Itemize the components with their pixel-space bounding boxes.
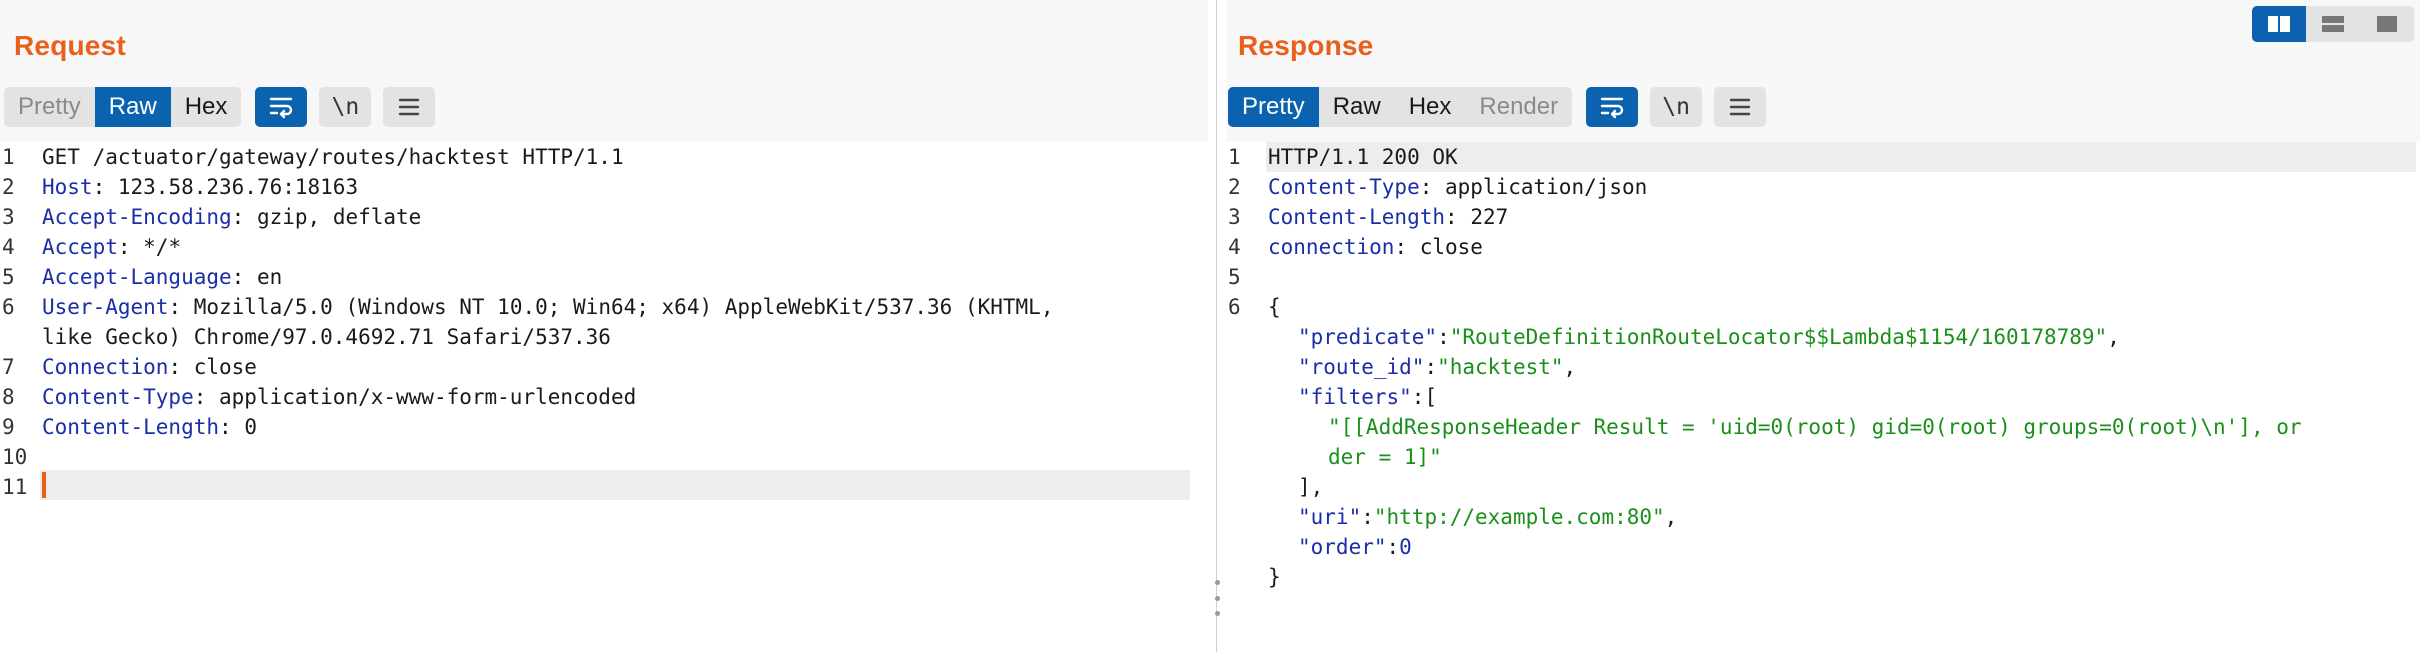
line-number: 7 [2, 355, 15, 379]
response-menu-button[interactable] [1714, 87, 1767, 127]
request-view-tabs: Pretty Raw Hex [4, 87, 242, 127]
current-line-highlight [40, 470, 1190, 500]
menu-icon [1729, 98, 1751, 116]
request-menu-button[interactable] [383, 87, 436, 127]
tab-pretty[interactable]: Pretty [1228, 87, 1319, 127]
wrap-icon [270, 97, 293, 119]
request-line: GET /actuator/gateway/routes/hacktest HT… [42, 145, 624, 169]
header-user-agent: User-Agent: Mozilla/5.0 (Windows NT 10.0… [42, 295, 1054, 319]
header-host: Host: 123.58.236.76:18163 [42, 175, 359, 199]
line-number: 3 [1228, 205, 1241, 229]
stacked-icon [2322, 16, 2344, 32]
response-title: Response [1238, 30, 1374, 61]
newline-icon: \n [1662, 94, 1690, 120]
tab-raw[interactable]: Raw [1318, 87, 1395, 127]
header-accept-language: Accept-Language: en [42, 265, 283, 289]
header-content-length: Content-Length: 0 [42, 415, 257, 439]
line-number: 9 [2, 415, 15, 439]
status-line: HTTP/1.1 200 OK [1268, 145, 1458, 169]
header-content-type: Content-Type: application/json [1268, 175, 1648, 199]
line-number: 3 [2, 205, 15, 229]
response-view-tabs: Pretty Raw Hex Render [1228, 87, 1573, 127]
request-title: Request [14, 30, 126, 61]
menu-icon [399, 98, 420, 116]
response-toolbar: Pretty Raw Hex Render \n [1228, 86, 1767, 128]
header-content-type: Content-Type: application/x-www-form-url… [42, 385, 637, 409]
text-caret [42, 472, 46, 498]
json-route-id: "route_id":"hacktest", [1298, 355, 1577, 379]
line-number: 2 [1228, 175, 1241, 199]
request-pane: Request Pretty Raw Hex \n 1 2 3 4 5 6 7 … [0, 0, 1208, 652]
header-user-agent-wrap: like Gecko) Chrome/97.0.4692.71 Safari/5… [42, 325, 611, 349]
side-by-side-button[interactable] [2252, 6, 2306, 42]
line-number: 6 [2, 295, 15, 319]
json-uri: "uri":"http://example.com:80", [1298, 505, 1678, 529]
header-accept: Accept: */* [42, 235, 182, 259]
json-filters-close: ], [1298, 475, 1324, 499]
layout-switch [2252, 6, 2414, 42]
wrap-lines-button[interactable] [255, 87, 308, 127]
json-filters: "filters":[ [1298, 385, 1438, 409]
tab-render[interactable]: Render [1465, 87, 1573, 127]
single-pane-button[interactable] [2360, 6, 2414, 42]
json-filters-value: "[[AddResponseHeader Result = 'uid=0(roo… [1328, 415, 2302, 439]
json-order: "order":0 [1298, 535, 1412, 559]
line-number: 5 [2, 265, 15, 289]
pane-divider[interactable] [1208, 0, 1226, 652]
tab-hex[interactable]: Hex [1394, 87, 1466, 127]
line-number: 1 [1228, 145, 1241, 169]
line-number: 4 [2, 235, 15, 259]
line-number: 2 [2, 175, 15, 199]
wrap-lines-button[interactable] [1586, 87, 1639, 127]
single-pane-icon [2377, 16, 2397, 32]
line-number: 5 [1228, 265, 1241, 289]
header-connection: Connection: close [42, 355, 257, 379]
response-pane: Response Pretty Raw Hex Render \n 1 2 3 [1226, 0, 2420, 652]
request-editor[interactable]: 1 2 3 4 5 6 7 8 9 10 11 GET /actuator/ga… [0, 142, 1208, 652]
json-open-brace: { [1268, 295, 1281, 319]
divider-line [1216, 0, 1217, 652]
line-number: 6 [1228, 295, 1241, 319]
tab-hex[interactable]: Hex [170, 87, 242, 127]
newline-icon: \n [331, 94, 360, 120]
header-connection: connection: close [1268, 235, 1483, 259]
show-newlines-button[interactable]: \n [319, 87, 372, 127]
json-predicate: "predicate":"RouteDefinitionRouteLocator… [1298, 325, 2120, 349]
show-newlines-button[interactable]: \n [1650, 87, 1703, 127]
json-filters-value-wrap: der = 1]" [1328, 445, 1442, 469]
side-by-side-icon [2268, 16, 2290, 32]
json-close-brace: } [1268, 565, 1281, 589]
line-number: 1 [2, 145, 15, 169]
drag-handle-icon[interactable] [1211, 580, 1223, 616]
header-accept-encoding: Accept-Encoding: gzip, deflate [42, 205, 422, 229]
request-toolbar: Pretty Raw Hex \n [4, 86, 436, 128]
stacked-button[interactable] [2306, 6, 2360, 42]
line-number: 10 [2, 445, 28, 469]
line-number: 11 [2, 475, 28, 499]
line-number: 4 [1228, 235, 1241, 259]
line-number: 8 [2, 385, 15, 409]
response-editor[interactable]: 1 2 3 4 5 6 HTTP/1.1 200 OK Content-Type… [1226, 142, 2420, 652]
header-content-length: Content-Length: 227 [1268, 205, 1509, 229]
wrap-icon [1600, 97, 1624, 119]
tab-raw[interactable]: Raw [94, 87, 171, 127]
tab-pretty[interactable]: Pretty [4, 87, 95, 127]
